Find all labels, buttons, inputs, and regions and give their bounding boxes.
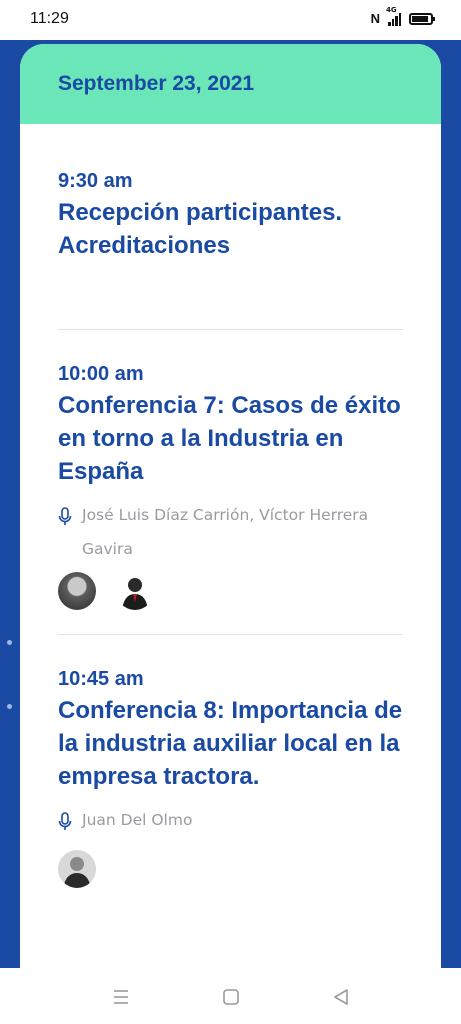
microphone-icon [58, 498, 82, 566]
session-time: 9:30 am [58, 170, 133, 192]
schedule-card: September 23, 2021 9:30 am Recepción par… [20, 44, 441, 984]
network-type-label: 4G [386, 5, 397, 14]
session-item[interactable]: 10:45 am Conferencia 8: Importancia de l… [58, 668, 403, 888]
speaker-names: Juan Del Olmo [82, 811, 193, 829]
decorative-dot [7, 704, 12, 709]
battery-icon [409, 12, 435, 25]
session-item[interactable]: 9:30 am Recepción participantes. Acredit… [58, 170, 403, 262]
divider [58, 634, 403, 635]
speaker-avatar[interactable] [58, 850, 96, 888]
session-title[interactable]: Recepción participantes. Acreditaciones [58, 196, 403, 262]
divider [58, 329, 403, 330]
status-icons: N 4G [370, 6, 435, 26]
signal-icon: 4G [386, 6, 401, 26]
speaker-avatars [58, 850, 403, 888]
schedule-date-header: September 23, 2021 [20, 44, 441, 124]
decorative-dot [7, 640, 12, 645]
microphone-icon [58, 803, 82, 844]
home-icon[interactable] [220, 986, 242, 1008]
speaker-avatars [58, 572, 403, 610]
speaker-names: José Luis Díaz Carrión, Víctor Herrera G… [82, 506, 369, 558]
schedule-date: September 23, 2021 [58, 72, 255, 95]
session-time: 10:00 am [58, 363, 144, 385]
speaker-avatar[interactable] [58, 572, 96, 610]
speaker-avatar[interactable] [116, 572, 154, 610]
session-time: 10:45 am [58, 668, 144, 690]
recents-icon[interactable] [110, 986, 132, 1008]
session-title[interactable]: Conferencia 8: Importancia de la industr… [58, 694, 403, 793]
status-bar: 11:29 N 4G [0, 0, 461, 40]
back-icon[interactable] [330, 986, 352, 1008]
nfc-icon: N [370, 11, 380, 26]
session-item[interactable]: 10:00 am Conferencia 7: Casos de éxito e… [58, 363, 403, 610]
system-navigation-bar [0, 968, 461, 1024]
status-time: 11:29 [30, 10, 69, 27]
session-title[interactable]: Conferencia 7: Casos de éxito en torno a… [58, 389, 403, 488]
session-speakers: Juan Del Olmo [58, 803, 403, 844]
session-speakers: José Luis Díaz Carrión, Víctor Herrera G… [58, 498, 403, 566]
